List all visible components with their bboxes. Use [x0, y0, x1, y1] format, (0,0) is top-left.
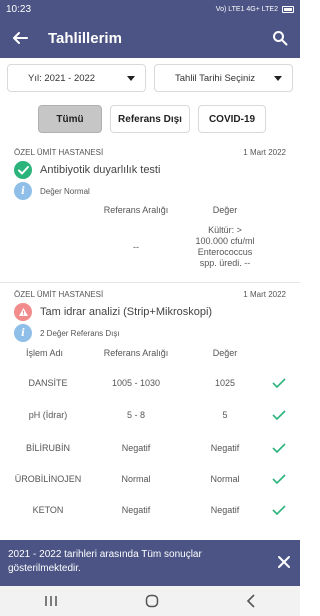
app-bar: Tahlillerim	[0, 18, 300, 58]
row-value: 1025	[214, 378, 236, 388]
card-header: ÖZEL ÜMİT HASTANESİ 1 Mart 2022	[0, 148, 300, 157]
test-name: Tam idrar analizi (Strip+Mikroskopi)	[40, 306, 213, 318]
search-icon	[273, 31, 288, 46]
hospital-name: ÖZEL ÜMİT HASTANESİ	[14, 148, 104, 157]
date-select-label: Tahlil Tarihi Seçiniz	[175, 72, 256, 84]
row-value: Negatif	[210, 443, 240, 453]
row-value: 5	[222, 410, 228, 420]
battery-icon	[282, 5, 294, 13]
network-indicator: Vo) LTE1 4G+ LTE2	[215, 5, 278, 13]
result-value-line: spp. üredi. --	[199, 258, 251, 268]
year-select[interactable]: Yıl: 2021 - 2022	[7, 64, 146, 92]
row-reference: 5 - 8	[126, 410, 145, 420]
back-button[interactable]	[0, 18, 40, 58]
row-reference: 1005 - 1030	[111, 378, 161, 388]
tab-covid[interactable]: COVID-19	[198, 105, 266, 133]
result-card-urinalysis[interactable]: ÖZEL ÜMİT HASTANESİ 1 Mart 2022 Tam idra…	[0, 290, 300, 342]
check-circle-icon	[14, 161, 32, 179]
row-reference: Normal	[121, 474, 151, 484]
row-name: DANSİTE	[28, 378, 68, 388]
result-card-antibiotic[interactable]: ÖZEL ÜMİT HASTANESİ 1 Mart 2022 Antibiyo…	[0, 148, 300, 200]
arrow-left-icon	[13, 32, 28, 44]
snackbar-line: 2021 - 2022 tarihleri arasında Tüm sonuç…	[8, 549, 202, 560]
page-title: Tahlillerim	[48, 29, 122, 47]
row-reference: Negatif	[121, 443, 151, 453]
filter-bar: Yıl: 2021 - 2022 Tahlil Tarihi Seçiniz	[7, 64, 293, 92]
test-title-row: Tam idrar analizi (Strip+Mikroskopi)	[0, 303, 300, 321]
filter-tabs: Tümü Referans Dışı COVID-19	[38, 105, 266, 133]
info-icon: i	[14, 182, 32, 200]
divider	[0, 282, 300, 283]
status-bar: 10:23 Vo) LTE1 4G+ LTE2	[0, 0, 300, 18]
row-name: KETON	[32, 505, 64, 515]
test-name: Antibiyotik duyarlılık testi	[40, 164, 161, 176]
caret-down-icon	[127, 75, 135, 81]
check-icon	[272, 410, 286, 420]
test-status: 2 Değer Referans Dışı	[40, 328, 120, 338]
reference-range: --	[133, 242, 139, 252]
check-icon	[272, 505, 286, 515]
check-icon	[272, 474, 286, 484]
row-name: ÜROBİLİNOJEN	[14, 474, 82, 484]
status-indicators: Vo) LTE1 4G+ LTE2	[215, 5, 294, 13]
tab-out-of-range[interactable]: Referans Dışı	[110, 105, 190, 133]
check-icon	[272, 443, 286, 453]
status-time: 10:23	[6, 3, 32, 15]
test-title-row: Antibiyotik duyarlılık testi	[0, 161, 300, 179]
date-select[interactable]: Tahlil Tarihi Seçiniz	[154, 64, 293, 92]
test-status-row: i Değer Normal	[0, 182, 300, 200]
home-icon[interactable]	[145, 594, 159, 608]
search-button[interactable]	[260, 18, 300, 58]
result-value-line: Kültür: >	[208, 225, 242, 235]
info-icon: i	[14, 324, 32, 342]
test-status-row: i 2 Değer Referans Dışı	[0, 324, 300, 342]
row-reference: Negatif	[121, 505, 151, 515]
row-value: Normal	[210, 474, 240, 484]
snackbar: 2021 - 2022 tarihleri arasında Tüm sonuç…	[0, 540, 300, 586]
hospital-name: ÖZEL ÜMİT HASTANESİ	[14, 290, 104, 299]
back-nav-icon[interactable]	[246, 594, 256, 608]
result-date: 1 Mart 2022	[243, 290, 286, 299]
snackbar-line: gösterilmektedir.	[8, 563, 81, 574]
result-value-line: 100.000 cfu/ml	[195, 236, 255, 246]
row-value: Negatif	[210, 505, 240, 515]
year-select-label: Yıl: 2021 - 2022	[28, 72, 96, 84]
row-name: pH (İdrar)	[28, 410, 68, 420]
col-header-reference: Referans Aralığı	[103, 348, 169, 358]
recent-apps-icon[interactable]	[44, 595, 58, 607]
result-value: Kültür: > 100.000 cfu/ml Enterococcus sp…	[185, 225, 265, 269]
caret-down-icon	[274, 75, 282, 81]
col-header-value: Değer	[212, 205, 238, 215]
result-date: 1 Mart 2022	[243, 148, 286, 157]
col-header-reference: Referans Aralığı	[103, 205, 169, 215]
col-header-value: Değer	[212, 348, 238, 358]
test-status: Değer Normal	[40, 186, 90, 196]
card-header: ÖZEL ÜMİT HASTANESİ 1 Mart 2022	[0, 290, 300, 299]
warning-icon	[14, 303, 32, 321]
col-header-name: İşlem Adı	[26, 348, 64, 358]
check-icon	[272, 378, 286, 388]
result-value-line: Enterococcus	[197, 247, 253, 257]
tab-all[interactable]: Tümü	[38, 105, 102, 133]
close-icon[interactable]	[276, 554, 292, 570]
row-name: BİLİRUBİN	[25, 443, 70, 453]
system-nav-bar	[0, 586, 300, 616]
